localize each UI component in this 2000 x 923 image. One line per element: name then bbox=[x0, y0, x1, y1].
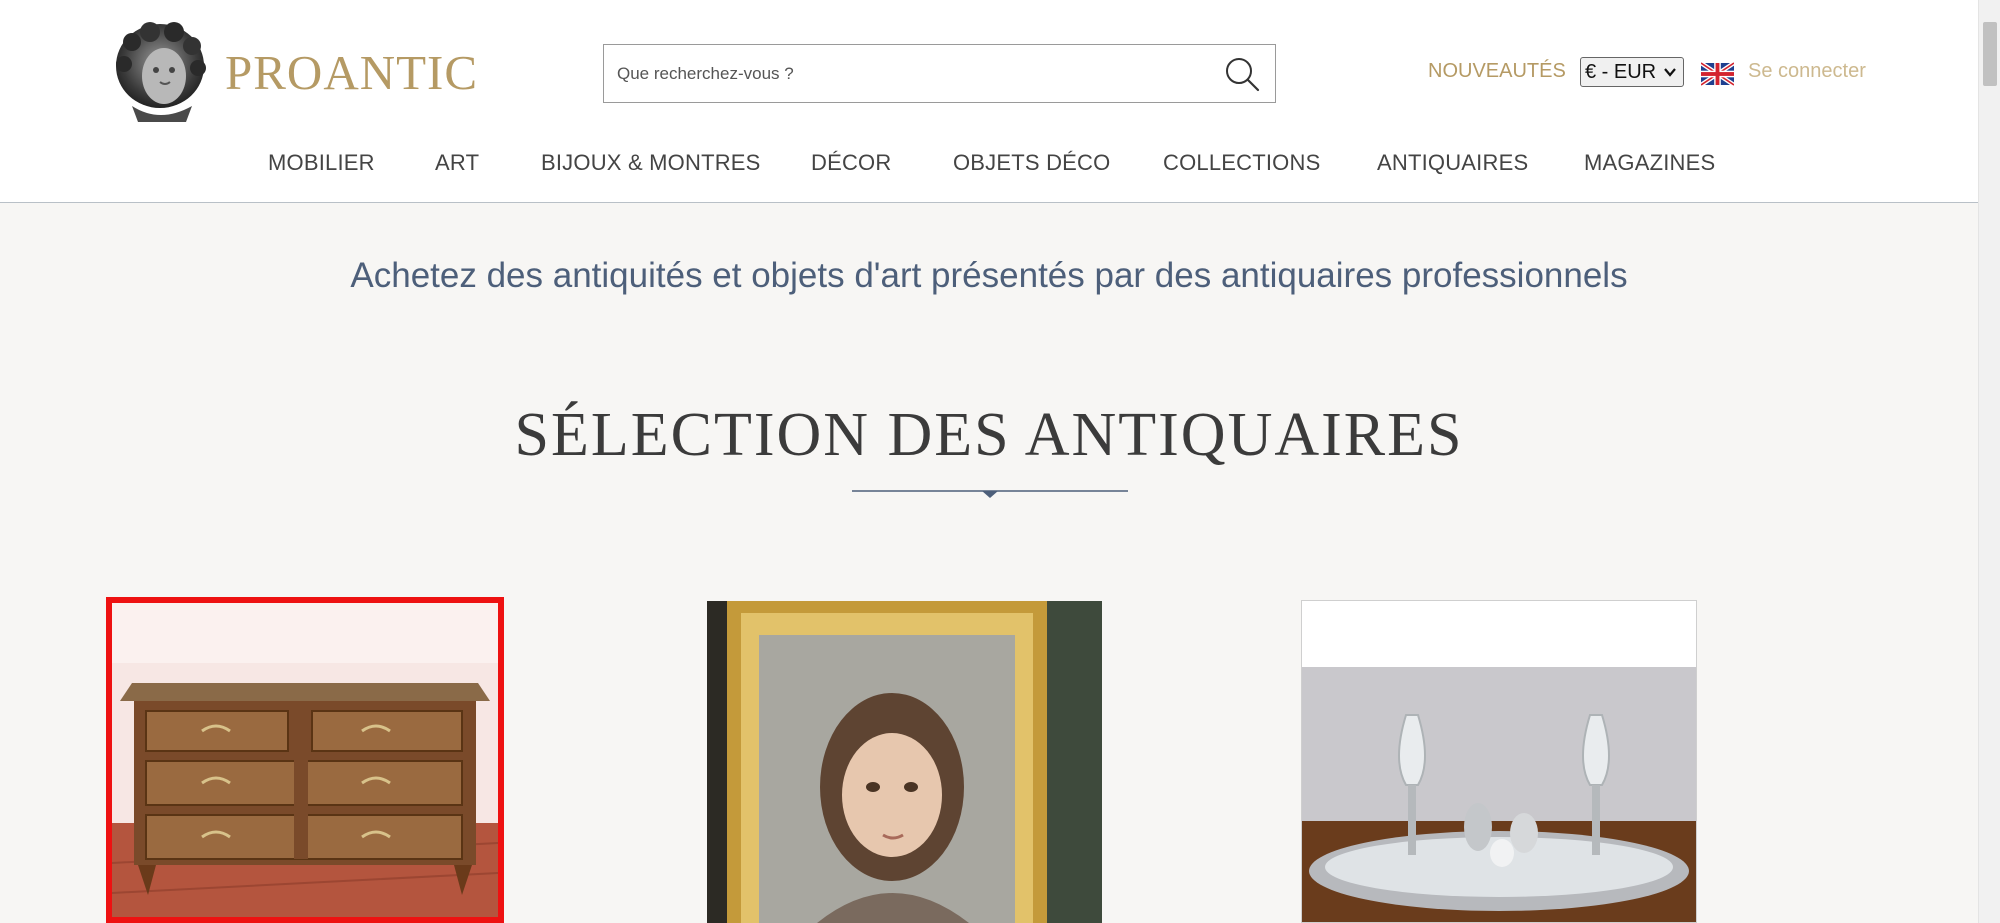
title-divider bbox=[852, 490, 1128, 498]
section-title: SÉLECTION DES ANTIQUAIRES bbox=[514, 401, 1464, 469]
search-icon[interactable] bbox=[1223, 55, 1261, 93]
new-arrivals-link[interactable]: NOUVEAUTÉS bbox=[1428, 60, 1566, 83]
search-input[interactable] bbox=[604, 45, 1204, 102]
nav-item-mobilier[interactable]: MOBILIER bbox=[268, 150, 375, 176]
product-card-silver-tray[interactable] bbox=[1301, 600, 1697, 923]
nav-item-bijoux-montres[interactable]: BIJOUX & MONTRES bbox=[541, 150, 761, 176]
portrait-painting-image bbox=[707, 601, 1102, 923]
site-header: PROANTIC NOUVEAUTÉS € - EUR Se connecter… bbox=[0, 0, 1978, 203]
nav-item-magazines[interactable]: MAGAZINES bbox=[1584, 150, 1715, 176]
product-card-portrait[interactable] bbox=[707, 601, 1102, 923]
uk-flag-icon[interactable] bbox=[1701, 62, 1734, 86]
nav-item-collections[interactable]: COLLECTIONS bbox=[1163, 150, 1320, 176]
nav-item-decor[interactable]: DÉCOR bbox=[811, 150, 891, 176]
search-box bbox=[603, 44, 1276, 103]
chevron-down-icon bbox=[1664, 68, 1676, 77]
brand-name[interactable]: PROANTIC bbox=[225, 44, 478, 101]
page-scrollbar[interactable] bbox=[1978, 0, 2000, 923]
product-card-commode[interactable] bbox=[106, 597, 504, 923]
scrollbar-thumb[interactable] bbox=[1983, 22, 1997, 86]
nav-item-antiquaires[interactable]: ANTIQUAIRES bbox=[1377, 150, 1528, 176]
nav-item-art[interactable]: ART bbox=[435, 150, 479, 176]
main-nav: MOBILIER ART BIJOUX & MONTRES DÉCOR OBJE… bbox=[0, 150, 1978, 180]
nav-item-objets-deco[interactable]: OBJETS DÉCO bbox=[953, 150, 1110, 176]
page-tagline: Achetez des antiquités et objets d'art p… bbox=[350, 256, 1628, 295]
logo-bust-icon[interactable] bbox=[112, 20, 208, 122]
silver-tray-image bbox=[1302, 601, 1696, 922]
commode-image bbox=[112, 603, 498, 917]
currency-select[interactable]: € - EUR bbox=[1580, 57, 1684, 87]
login-link[interactable]: Se connecter bbox=[1748, 60, 1866, 83]
currency-value: € - EUR bbox=[1585, 61, 1657, 83]
